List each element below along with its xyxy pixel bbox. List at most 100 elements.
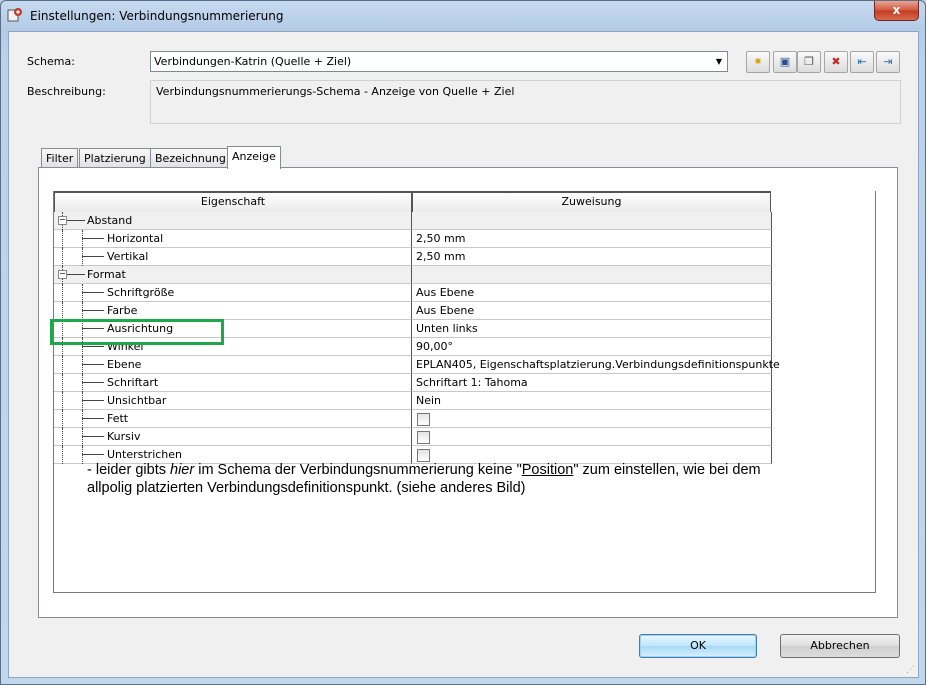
property-name-cell[interactable]: Kursiv bbox=[54, 428, 412, 446]
tree-line bbox=[82, 400, 104, 401]
property-name-cell[interactable]: Ebene bbox=[54, 356, 412, 374]
property-value-cell[interactable] bbox=[412, 428, 772, 446]
property-row[interactable]: Schriftgröße Aus Ebene bbox=[54, 284, 772, 302]
resize-grip-icon[interactable]: ⋰ bbox=[906, 665, 916, 675]
import-button[interactable]: ⇤ bbox=[850, 51, 874, 73]
tab-filter[interactable]: Filter bbox=[41, 148, 79, 168]
delete-icon: ✖ bbox=[831, 55, 841, 68]
ok-button[interactable]: OK bbox=[639, 634, 757, 658]
property-row[interactable]: Fett bbox=[54, 410, 772, 428]
property-checkbox[interactable] bbox=[417, 431, 430, 444]
property-name: Schriftart bbox=[107, 376, 159, 389]
property-value-cell[interactable]: 90,00° bbox=[412, 338, 772, 356]
property-name: Fett bbox=[107, 412, 129, 425]
tree-line bbox=[62, 374, 63, 392]
annotation-note: - leider gibts hier im Schema der Verbin… bbox=[87, 461, 807, 497]
property-name-cell[interactable]: Horizontal bbox=[54, 230, 412, 248]
property-value-cell[interactable]: Nein bbox=[412, 392, 772, 410]
property-value-cell[interactable]: 2,50 mm bbox=[412, 248, 772, 266]
tree-line bbox=[62, 284, 63, 302]
tab-panel-anzeige: Eigenschaft Zuweisung − Abstand Horizontal… bbox=[38, 167, 898, 618]
property-row[interactable]: Schriftart Schriftart 1: Tahoma bbox=[54, 374, 772, 392]
save-button[interactable]: ▣ bbox=[773, 51, 797, 73]
tree-line bbox=[82, 284, 83, 302]
property-row[interactable]: Ebene EPLAN405, Eigenschaftsplatzierung.V… bbox=[54, 356, 780, 374]
highlight-box bbox=[50, 319, 224, 345]
property-row[interactable]: Farbe Aus Ebene bbox=[54, 302, 772, 320]
tree-line bbox=[62, 230, 63, 248]
property-value: 2,50 mm bbox=[416, 232, 466, 245]
tree-line bbox=[62, 410, 63, 428]
copy-button[interactable]: ❐ bbox=[797, 51, 821, 73]
schema-dropdown[interactable]: Verbindungen-Katrin (Quelle + Ziel) ▼ bbox=[150, 51, 728, 72]
beschreibung-value: Verbindungsnummerierungs-Schema - Anzeig… bbox=[156, 85, 515, 98]
property-value-cell[interactable]: Unten links bbox=[412, 320, 772, 338]
tree-line bbox=[67, 220, 85, 221]
schema-label: Schema: bbox=[27, 55, 75, 68]
tab-platzierung[interactable]: Platzierung bbox=[79, 148, 151, 168]
property-name: Schriftgröße bbox=[107, 286, 175, 299]
property-group-row[interactable]: − Abstand bbox=[54, 212, 772, 230]
tree-line bbox=[82, 238, 104, 239]
property-name-cell[interactable]: Schriftgröße bbox=[54, 284, 412, 302]
collapse-icon[interactable]: − bbox=[58, 270, 67, 279]
window-close-button[interactable]: x bbox=[874, 1, 919, 21]
property-grid: Eigenschaft Zuweisung − Abstand Horizontal… bbox=[53, 191, 876, 593]
export-button[interactable]: ⇥ bbox=[876, 51, 900, 73]
property-row[interactable]: Vertikal 2,50 mm bbox=[54, 248, 772, 266]
property-row[interactable]: Horizontal 2,50 mm bbox=[54, 230, 772, 248]
tree-line bbox=[62, 392, 63, 410]
property-row[interactable]: Kursiv bbox=[54, 428, 772, 446]
beschreibung-field[interactable]: Verbindungsnummerierungs-Schema - Anzeig… bbox=[150, 80, 901, 124]
property-name: Vertikal bbox=[107, 250, 149, 263]
property-value-cell[interactable]: EPLAN405, Eigenschaftsplatzierung.Verbin… bbox=[412, 356, 780, 374]
close-icon: x bbox=[892, 3, 901, 17]
property-value-cell[interactable]: Aus Ebene bbox=[412, 284, 772, 302]
property-name-cell[interactable]: Unsichtbar bbox=[54, 392, 412, 410]
property-name-cell[interactable]: − Format bbox=[54, 266, 412, 284]
import-icon: ⇤ bbox=[857, 55, 867, 68]
chevron-down-icon[interactable]: ▼ bbox=[711, 52, 727, 71]
property-value-cell[interactable] bbox=[412, 212, 772, 230]
property-group-row[interactable]: − Format bbox=[54, 266, 772, 284]
column-header-zuweisung[interactable]: Zuweisung bbox=[412, 191, 771, 214]
property-name: Horizontal bbox=[107, 232, 164, 245]
tree-line bbox=[82, 446, 83, 464]
cancel-button[interactable]: Abbrechen bbox=[780, 634, 900, 658]
new-button[interactable]: ✷ bbox=[746, 51, 770, 73]
delete-button[interactable]: ✖ bbox=[824, 51, 848, 73]
tab-anzeige[interactable]: Anzeige bbox=[227, 146, 281, 169]
note-underlined: Position bbox=[521, 462, 574, 478]
tree-line bbox=[82, 374, 83, 392]
note-text-2: im Schema der Verbindungsnummerierung ke… bbox=[194, 462, 522, 478]
property-value: Aus Ebene bbox=[416, 304, 475, 317]
property-name: Format bbox=[87, 268, 126, 281]
property-row[interactable]: Unsichtbar Nein bbox=[54, 392, 772, 410]
property-name: Kursiv bbox=[107, 430, 141, 443]
property-name-cell[interactable]: Fett bbox=[54, 410, 412, 428]
property-value-cell[interactable]: Aus Ebene bbox=[412, 302, 772, 320]
tree-line bbox=[82, 302, 83, 320]
new-icon: ✷ bbox=[753, 55, 763, 68]
property-value-cell[interactable] bbox=[412, 266, 772, 284]
collapse-icon[interactable]: − bbox=[58, 216, 67, 225]
property-name-cell[interactable]: Farbe bbox=[54, 302, 412, 320]
property-value-cell[interactable]: Schriftart 1: Tahoma bbox=[412, 374, 772, 392]
tree-line bbox=[82, 418, 104, 419]
note-text-1: - leider gibts bbox=[87, 462, 171, 478]
app-icon bbox=[7, 8, 22, 22]
property-value-cell[interactable] bbox=[412, 410, 772, 428]
column-header-eigenschaft[interactable]: Eigenschaft bbox=[54, 191, 412, 214]
property-value: 2,50 mm bbox=[416, 250, 466, 263]
property-checkbox[interactable] bbox=[417, 413, 430, 426]
property-value-cell[interactable]: 2,50 mm bbox=[412, 230, 772, 248]
property-name-cell[interactable]: Vertikal bbox=[54, 248, 412, 266]
dialog-client-area: Schema: Verbindungen-Katrin (Quelle + Zi… bbox=[8, 31, 919, 678]
property-value: EPLAN405, Eigenschaftsplatzierung.Verbin… bbox=[416, 358, 780, 371]
title-bar[interactable]: Einstellungen: Verbindungsnummerierung x bbox=[1, 1, 925, 31]
property-name-cell[interactable]: Schriftart bbox=[54, 374, 412, 392]
tab-bezeichnung[interactable]: Bezeichnung bbox=[150, 148, 231, 168]
property-name: Unterstrichen bbox=[107, 448, 183, 461]
tree-line bbox=[82, 230, 83, 248]
property-name-cell[interactable]: − Abstand bbox=[54, 212, 412, 230]
